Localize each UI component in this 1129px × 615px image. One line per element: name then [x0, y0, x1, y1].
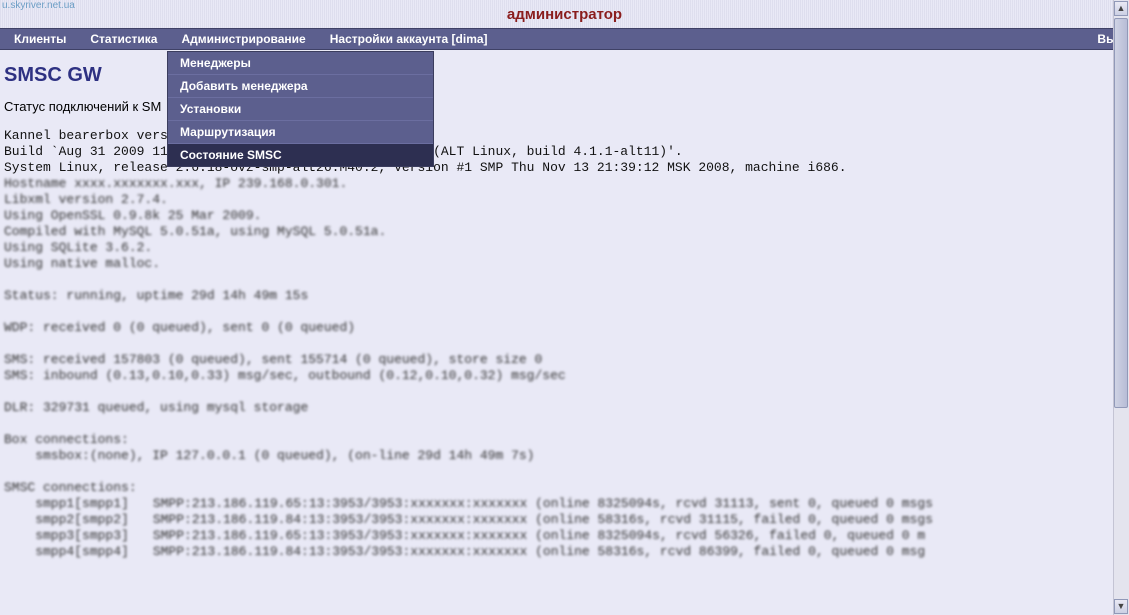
menu-account-settings[interactable]: Настройки аккаунта [dima]: [318, 29, 500, 49]
obscured-smsc-table: smpp1[smpp1] smpp2[smpp2] smpp3[smpp3] s…: [4, 496, 1125, 560]
scroll-thumb[interactable]: [1114, 18, 1128, 408]
scroll-down-arrow-icon[interactable]: ▼: [1114, 599, 1128, 614]
vertical-scrollbar[interactable]: ▲ ▼: [1113, 0, 1129, 615]
obscured-system-details: Hostname xxxx.xxxxxxx.xxx, IP 239.168.0.…: [4, 176, 1125, 272]
administration-dropdown: Менеджеры Добавить менеджера Установки М…: [167, 51, 434, 167]
dropdown-managers[interactable]: Менеджеры: [168, 52, 433, 74]
page-role-title: администратор: [507, 6, 622, 23]
smsc-col-left: smpp1[smpp1] smpp2[smpp2] smpp3[smpp3] s…: [4, 496, 129, 560]
main-menu-bar: Клиенты Статистика Администрирование Нас…: [0, 28, 1129, 50]
status-host-link[interactable]: u.skyriver.net.ua: [2, 0, 75, 11]
scroll-up-arrow-icon[interactable]: ▲: [1114, 1, 1128, 16]
obscured-smsc-header: SMSC connections:: [4, 480, 1125, 496]
dropdown-settings[interactable]: Установки: [168, 97, 433, 120]
top-bar: u.skyriver.net.ua администратор: [0, 0, 1129, 28]
menu-clients[interactable]: Клиенты: [2, 29, 78, 49]
menu-administration[interactable]: Администрирование: [169, 29, 317, 49]
obscured-status-line: Status: running, uptime 29d 14h 49m 15s: [4, 288, 1125, 304]
dropdown-smsc-status[interactable]: Состояние SMSC: [168, 143, 433, 166]
dropdown-routing[interactable]: Маршрутизация: [168, 120, 433, 143]
menu-statistics[interactable]: Статистика: [78, 29, 169, 49]
obscured-dlr-line: DLR: 329731 queued, using mysql storage: [4, 400, 1125, 416]
obscured-wdp-line: WDP: received 0 (0 queued), sent 0 (0 qu…: [4, 320, 1125, 336]
smsc-col-right: SMPP:213.186.119.65:13:3953/3953:xxxxxxx…: [153, 496, 933, 560]
obscured-sms-block: SMS: received 157803 (0 queued), sent 15…: [4, 352, 1125, 384]
dropdown-add-manager[interactable]: Добавить менеджера: [168, 74, 433, 97]
obscured-box-connections: Box connections: smsbox:(none), IP 127.0…: [4, 432, 1125, 464]
